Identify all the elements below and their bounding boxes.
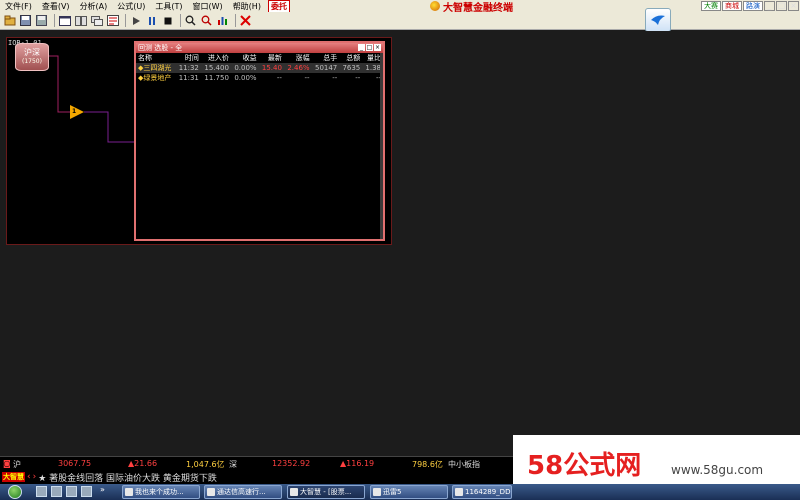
cell-change: -- [304,74,310,82]
col-entry-price[interactable]: 进入价 [201,53,231,63]
sh-market-icon[interactable]: ◙ [3,459,11,468]
smart-assistant-icon[interactable] [645,8,671,32]
taskbar-item-active[interactable]: 大智慧 - [股票... [287,485,365,499]
table-row[interactable]: ◆三四湖光 11:32 15.400 0.00% 15.40 2.46% 501… [136,63,383,73]
result-maximize-button[interactable]: □ [366,44,373,51]
watermark-text: 公式网 [563,451,642,481]
sz-label: 深 [229,460,237,469]
cell-amount: 7635 [339,63,363,73]
taskbar-item[interactable]: 迅雷5 [370,485,448,499]
watermark-brand: 58公式网 [527,445,641,482]
cell-return: 0.00% [234,74,257,82]
quicklaunch-icon[interactable] [66,486,77,497]
cell-time: 11:31 [178,74,199,82]
result-title: 回测 选股 - 全 [138,44,183,52]
col-time[interactable]: 时间 [175,53,200,63]
taskbar: » 我也来个成功... 通达信高速行... 大智慧 - [股票... 迅雷5 1… [0,484,800,500]
col-latest[interactable]: 最新 [259,53,284,63]
app-window: 文件(F) 查看(V) 分析(A) 公式(U) 工具(T) 窗口(W) 帮助(H… [0,0,800,500]
result-table: 名称 时间 进入价 收益 最新 涨幅 总手 总额 量比 ◆三四湖光 11:32 … [136,53,383,83]
filter-node-label: 1 [72,108,77,115]
col-return[interactable]: 收益 [231,53,259,63]
contest-button[interactable]: 大赛 [701,1,721,11]
cell-entry-price: 11.750 [204,74,229,82]
col-volume[interactable]: 总手 [312,53,340,63]
minimize-button[interactable]: _ [764,1,775,11]
result-window[interactable]: 回测 选股 - 全 _ □ × 名称 时间 进入价 收益 最新 涨幅 总手 总额… [134,41,385,241]
table-row[interactable]: ◆绿景地产 11:31 11.750 0.00% -- -- -- -- -- [136,73,383,83]
col-change[interactable]: 涨幅 [284,53,312,63]
roadshow-button[interactable]: 路演 [743,1,763,11]
taskbar-item[interactable]: 我也来个成功... [122,485,200,499]
sz-index: 12352.92 [272,459,311,468]
data-source-count: (1750) [22,58,42,65]
sh-amount: 1,047.6亿 [186,460,225,469]
data-source-node[interactable]: 沪深 (1750) [15,43,49,71]
windows-logo-icon [8,485,22,499]
news-tag: 大智慧 [2,472,25,482]
sh-change: ▲21.66 [128,459,158,468]
quicklaunch-icon[interactable] [36,486,47,497]
data-source-label: 沪深 [24,48,40,57]
cell-latest: -- [276,74,282,82]
cell-name: ◆三四湖光 [136,63,176,73]
cell-name: ◆绿景地产 [138,74,172,82]
sh-index: 3067.75 [58,459,92,468]
col-amount[interactable]: 总额 [339,53,362,63]
sh-label: 沪 [13,460,21,469]
app-logo-icon [430,1,440,11]
start-button[interactable] [0,484,30,500]
cell-volume: -- [332,74,338,82]
board-label: 中小板指 [448,460,480,469]
taskbar-item[interactable]: 1164289_DD... [452,485,512,499]
col-name[interactable]: 名称 [136,53,175,63]
sz-change: ▲116.19 [340,459,375,468]
cell-amount: -- [355,74,361,82]
quicklaunch-icon[interactable] [81,486,92,497]
table-header-row: 名称 时间 进入价 收益 最新 涨幅 总手 总额 量比 [136,53,383,63]
cell-return: 0.00% [230,63,259,73]
cell-entry-price: 15.400 [200,63,231,73]
news-next-icon[interactable]: › [33,472,37,482]
result-minimize-button[interactable]: _ [358,44,365,51]
news-prev-icon[interactable]: ‹ [27,472,31,482]
app-title: 大智慧金融终端 [430,0,513,14]
cell-latest: 15.40 [258,63,284,73]
sz-amount: 798.6亿 [412,460,443,469]
quicklaunch-icon[interactable] [51,486,62,497]
cell-time: 11:32 [175,63,201,73]
maximize-button[interactable]: □ [776,1,787,11]
watermark-number: 58 [527,451,564,481]
news-text[interactable]: ★ 著股金线回落 国际油价大跌 黄金期货下跌 [38,471,217,484]
close-button[interactable]: × [788,1,799,11]
result-scrollbar[interactable] [380,53,383,239]
taskbar-item[interactable]: 通达信高速行... [204,485,282,499]
index-ticker: ◙ 沪 3067.75 ▲21.66 1,047.6亿 深 12352.92 ▲… [0,459,515,470]
quicklaunch-more[interactable]: » [100,485,105,494]
news-ticker: 大智慧 ‹ › ★ 著股金线回落 国际油价大跌 黄金期货下跌 [0,471,515,484]
right-buttons: 大赛 商城 路演 _ □ × [701,0,800,12]
watermark-url: www.58gu.com [671,463,764,477]
cell-volume: 50147 [311,63,340,73]
mall-button[interactable]: 商城 [722,1,742,11]
cell-change: 2.46% [283,63,312,73]
result-title-bar[interactable]: 回测 选股 - 全 _ □ × [136,43,383,53]
result-close-button[interactable]: × [374,44,381,51]
